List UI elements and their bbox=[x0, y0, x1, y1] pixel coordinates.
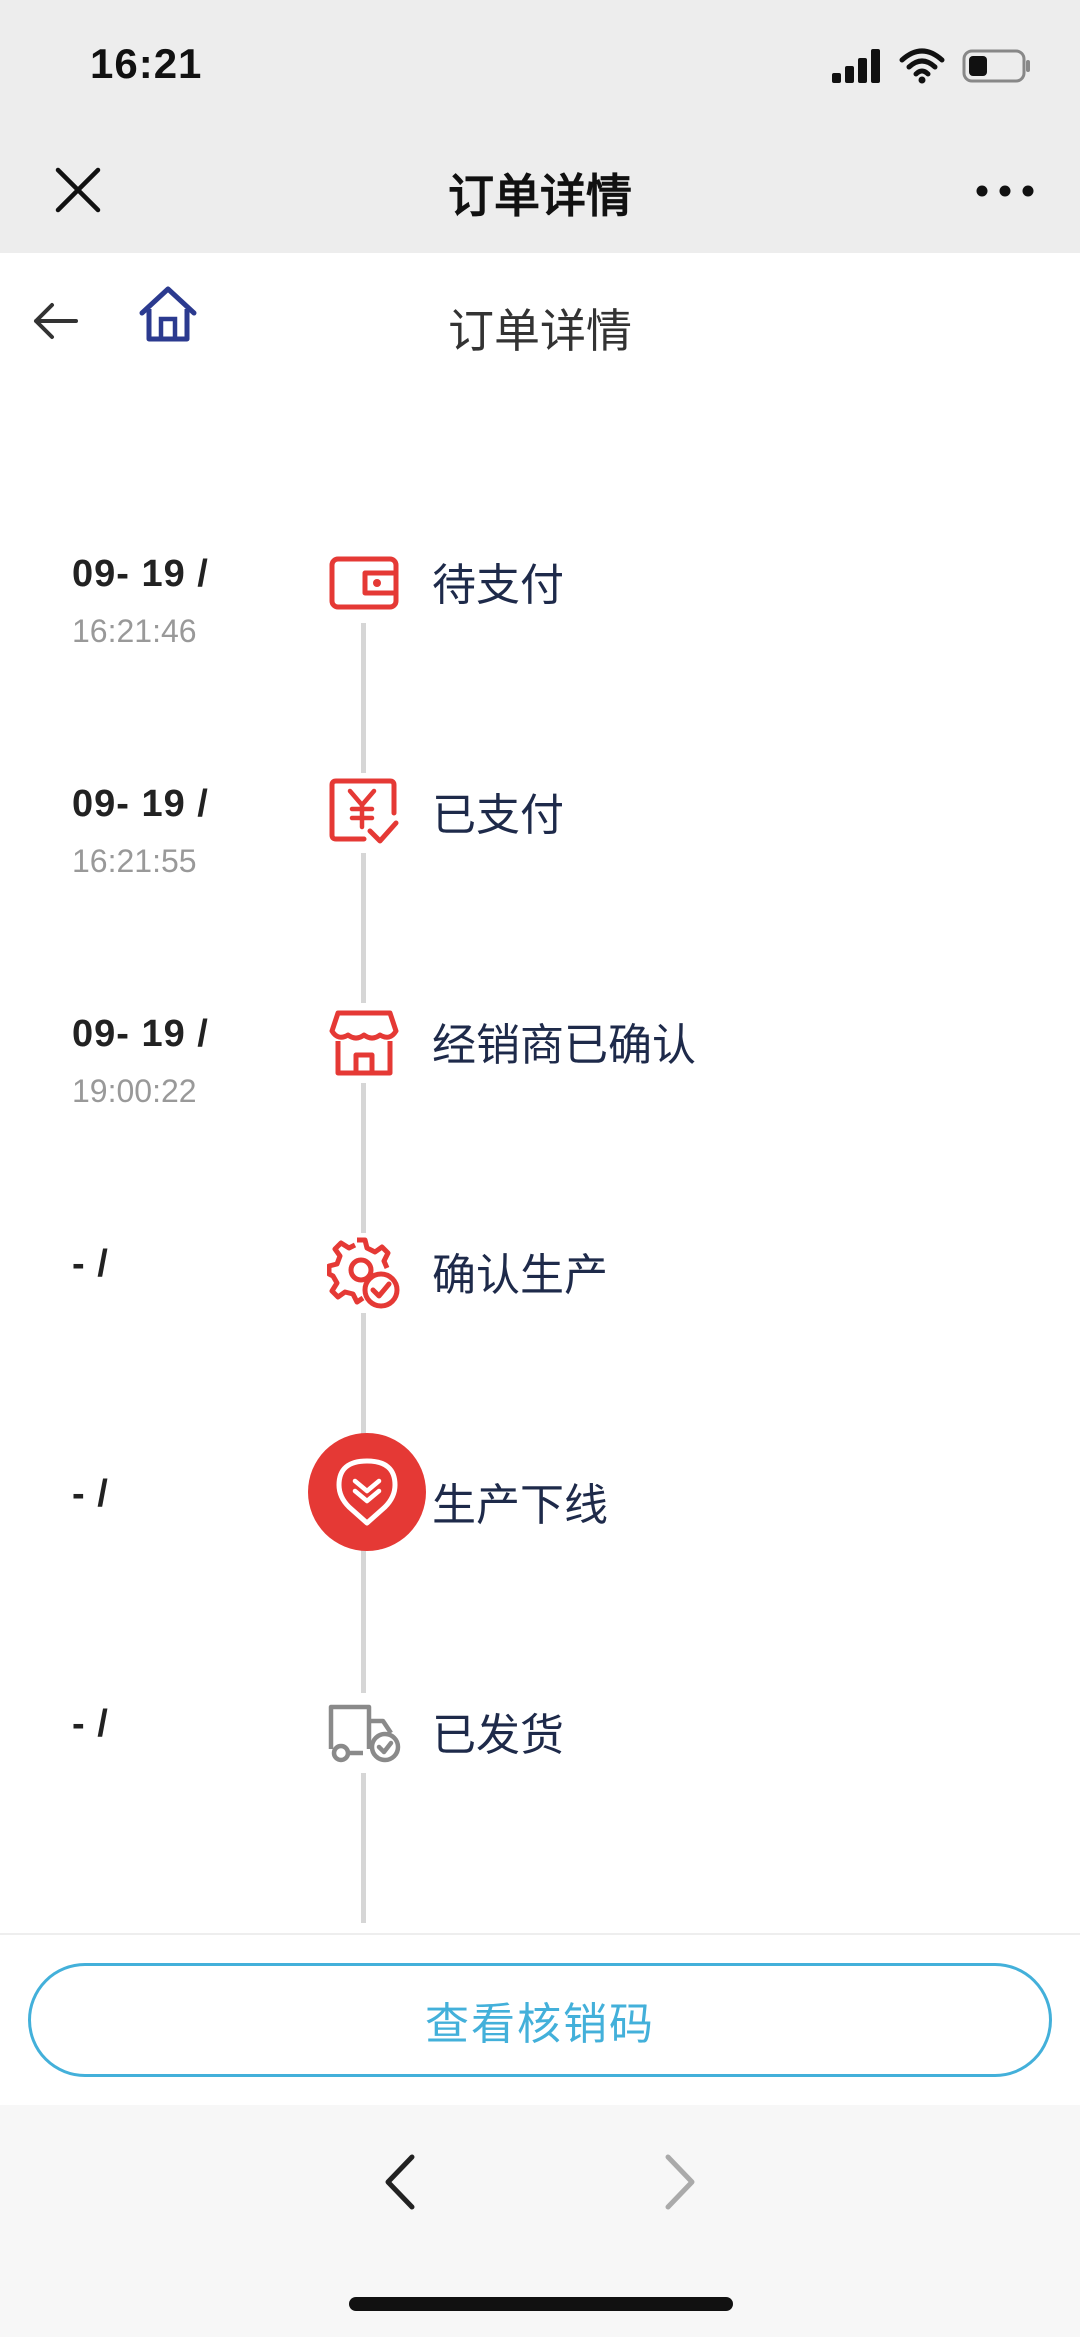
timeline-date: 09- 19 / bbox=[72, 1013, 209, 1055]
order-timeline: 09- 19 / 16:21:46 待支付 09- 19 / 16:21:55 bbox=[0, 393, 1080, 1933]
chevron-right-icon[interactable] bbox=[650, 2147, 710, 2217]
timeline-item: - / 确认生产 bbox=[0, 1233, 1080, 1393]
page-title: 订单详情 bbox=[448, 305, 632, 357]
timeline-time: 19:00:22 bbox=[72, 1073, 197, 1109]
chevron-left-icon[interactable] bbox=[370, 2147, 430, 2217]
signal-icon bbox=[832, 49, 880, 83]
yuan-check-icon bbox=[324, 773, 404, 853]
timeline-date: - / bbox=[72, 1703, 109, 1745]
timeline-label: 已发货 bbox=[432, 1711, 564, 1760]
battery-icon bbox=[962, 49, 1030, 83]
screen: 16:21 订单详情 订单详情 09- 19 / 16:21:46 待支付 09… bbox=[0, 0, 1080, 2337]
status-time: 16:21 bbox=[90, 40, 203, 87]
timeline-label: 生产下线 bbox=[432, 1481, 608, 1530]
location-down-icon bbox=[308, 1433, 426, 1551]
wallet-icon bbox=[324, 543, 404, 623]
more-icon[interactable] bbox=[970, 166, 1040, 216]
timeline-date: - / bbox=[72, 1243, 109, 1285]
truck-icon bbox=[324, 1923, 404, 1933]
timeline-time: 16:21:46 bbox=[72, 613, 197, 649]
timeline-label: 经销商已确认 bbox=[432, 1021, 696, 1070]
gear-check-icon bbox=[324, 1233, 404, 1313]
truck-check-icon bbox=[324, 1693, 404, 1773]
top-zone: 16:21 订单详情 bbox=[0, 0, 1080, 253]
timeline-item-partial bbox=[0, 1923, 1080, 1933]
timeline-date: 09- 19 / bbox=[72, 783, 209, 825]
timeline-item: 09- 19 / 16:21:46 待支付 bbox=[0, 543, 1080, 703]
timeline-label: 确认生产 bbox=[432, 1251, 608, 1300]
timeline-item-active: - / 生产下线 bbox=[0, 1433, 1080, 1623]
view-verification-code-button[interactable]: 查看核销码 bbox=[28, 1963, 1052, 2077]
browser-nav-bar bbox=[0, 2105, 1080, 2337]
wechat-title-bar: 订单详情 bbox=[0, 130, 1080, 253]
timeline-label: 已支付 bbox=[432, 791, 564, 840]
timeline-time: 16:21:55 bbox=[72, 843, 197, 879]
timeline-item: - / 已发货 bbox=[0, 1693, 1080, 1853]
bottom-action-bar: 查看核销码 bbox=[0, 1933, 1080, 2105]
timeline-date: 09- 19 / bbox=[72, 553, 209, 595]
home-indicator bbox=[349, 2297, 733, 2311]
wifi-icon bbox=[899, 48, 945, 84]
wechat-title: 订单详情 bbox=[448, 170, 632, 222]
store-icon bbox=[324, 1003, 404, 1083]
timeline-item: 09- 19 / 16:21:55 已支付 bbox=[0, 773, 1080, 933]
timeline-label: 待支付 bbox=[432, 561, 564, 610]
timeline-item: 09- 19 / 19:00:22 经销商已确认 bbox=[0, 1003, 1080, 1163]
page-header: 订单详情 bbox=[0, 253, 1080, 393]
timeline-date: - / bbox=[72, 1473, 109, 1515]
status-icons bbox=[832, 48, 1032, 84]
